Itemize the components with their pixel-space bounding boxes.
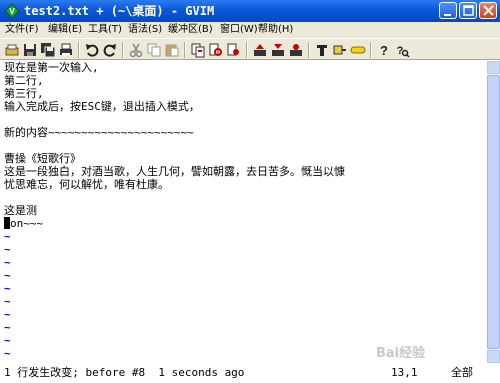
menu-help[interactable]: 帮助(H) [258, 22, 293, 38]
menu-edit[interactable]: 编辑(E) [48, 22, 82, 38]
buffer-line-current[interactable]: on~~~ [4, 217, 43, 230]
menu-buffers[interactable]: 缓冲区(B) [168, 22, 213, 38]
toolbar-separator [78, 42, 80, 58]
maximize-icon [463, 5, 474, 16]
buffer-line[interactable]: 忧思难忘，何以解忧，唯有杜康。 [4, 178, 169, 191]
scroll-thumb[interactable] [487, 75, 500, 349]
toolbar: ? ? [0, 38, 500, 60]
empty-line-marker: ~ [4, 230, 11, 243]
text-buffer[interactable]: 现在是第一次输入, 第二行, 第三行, 输入完成后，按ESC键，退出插入模式， … [0, 61, 487, 363]
menu-tools[interactable]: 工具(T) [88, 22, 122, 38]
empty-line-marker: ~ [4, 243, 11, 256]
status-message: 1 行发生改变; before #8 1 seconds ago [4, 366, 245, 379]
minimize-icon [444, 14, 451, 16]
buffer-line[interactable]: 这是测 [4, 204, 37, 217]
undo-icon[interactable] [84, 42, 100, 58]
jump-tag-icon[interactable] [350, 42, 366, 58]
help-icon[interactable]: ? [376, 42, 392, 58]
buffer-line[interactable]: 第二行, [4, 74, 44, 87]
copy-icon[interactable] [146, 42, 162, 58]
toolbar-separator [308, 42, 310, 58]
cursor-position: 13,1 [391, 366, 418, 379]
empty-line-marker: ~ [4, 347, 11, 360]
watermark: Bai经验 [376, 346, 426, 361]
buffer-line[interactable]: 输入完成后，按ESC键，退出插入模式， [4, 100, 200, 113]
menu-file[interactable]: 文件(F) [5, 22, 39, 38]
make-icon[interactable] [314, 42, 330, 58]
svg-text:?: ? [380, 43, 388, 58]
scroll-up-button[interactable] [487, 61, 500, 74]
save-icon[interactable] [22, 42, 38, 58]
empty-line-marker: ~ [4, 256, 11, 269]
empty-line-marker: ~ [4, 269, 11, 282]
replace-icon[interactable] [190, 42, 206, 58]
window-title: test2.txt + (~\桌面) - GVIM [24, 4, 215, 18]
find-next-icon[interactable] [208, 42, 224, 58]
cut-icon[interactable] [128, 42, 144, 58]
toolbar-separator [370, 42, 372, 58]
buffer-line[interactable]: 现在是第一次输入, [4, 61, 99, 74]
save-session-icon[interactable] [270, 42, 286, 58]
save-all-icon[interactable] [40, 42, 56, 58]
print-icon[interactable] [58, 42, 74, 58]
maximize-button[interactable] [459, 2, 477, 19]
gvim-logo-icon: V [4, 3, 20, 19]
find-prev-icon[interactable] [226, 42, 242, 58]
find-help-icon[interactable]: ? [394, 42, 410, 58]
scroll-down-button[interactable] [487, 350, 500, 363]
close-icon [483, 5, 494, 16]
empty-line-marker: ~ [4, 334, 11, 347]
redo-icon[interactable] [102, 42, 118, 58]
empty-line-marker: ~ [4, 308, 11, 321]
svg-text:V: V [9, 7, 15, 16]
toolbar-separator [246, 42, 248, 58]
build-tags-icon[interactable] [332, 42, 348, 58]
paste-icon[interactable] [164, 42, 180, 58]
load-session-icon[interactable] [252, 42, 268, 58]
empty-line-marker: ~ [4, 282, 11, 295]
toolbar-separator [184, 42, 186, 58]
buffer-line[interactable]: 这是一段独白，对酒当歌，人生几何，譬如朝露，去日苦多。慨当以慷 [4, 165, 345, 178]
buffer-line[interactable]: 新的内容~~~~~~~~~~~~~~~~~~~~~~ [4, 126, 194, 139]
status-line: 1 行发生改变; before #8 1 seconds ago 13,1 全部 [0, 363, 500, 383]
toolbar-separator [122, 42, 124, 58]
menu-window[interactable]: 窗口(W) [220, 22, 258, 38]
minimize-button[interactable] [439, 2, 457, 19]
buffer-line[interactable]: 第三行, [4, 87, 44, 100]
gvim-window: V test2.txt + (~\桌面) - GVIM 文件(F) 编辑(E) … [0, 0, 500, 383]
open-icon[interactable] [4, 42, 20, 58]
run-script-icon[interactable] [288, 42, 304, 58]
current-line-text: on~~~ [10, 217, 44, 230]
scroll-percent: 全部 [451, 366, 473, 379]
menu-syntax[interactable]: 语法(S) [128, 22, 162, 38]
vertical-scrollbar[interactable] [487, 61, 500, 363]
buffer-line[interactable]: 曹操《短歌行》 [4, 152, 81, 165]
close-button[interactable] [479, 2, 497, 19]
title-bar[interactable]: V test2.txt + (~\桌面) - GVIM [0, 0, 500, 22]
empty-line-marker: ~ [4, 321, 11, 334]
menu-bar: 文件(F) 编辑(E) 工具(T) 语法(S) 缓冲区(B) 窗口(W) 帮助(… [0, 22, 500, 38]
empty-line-marker: ~ [4, 295, 11, 308]
